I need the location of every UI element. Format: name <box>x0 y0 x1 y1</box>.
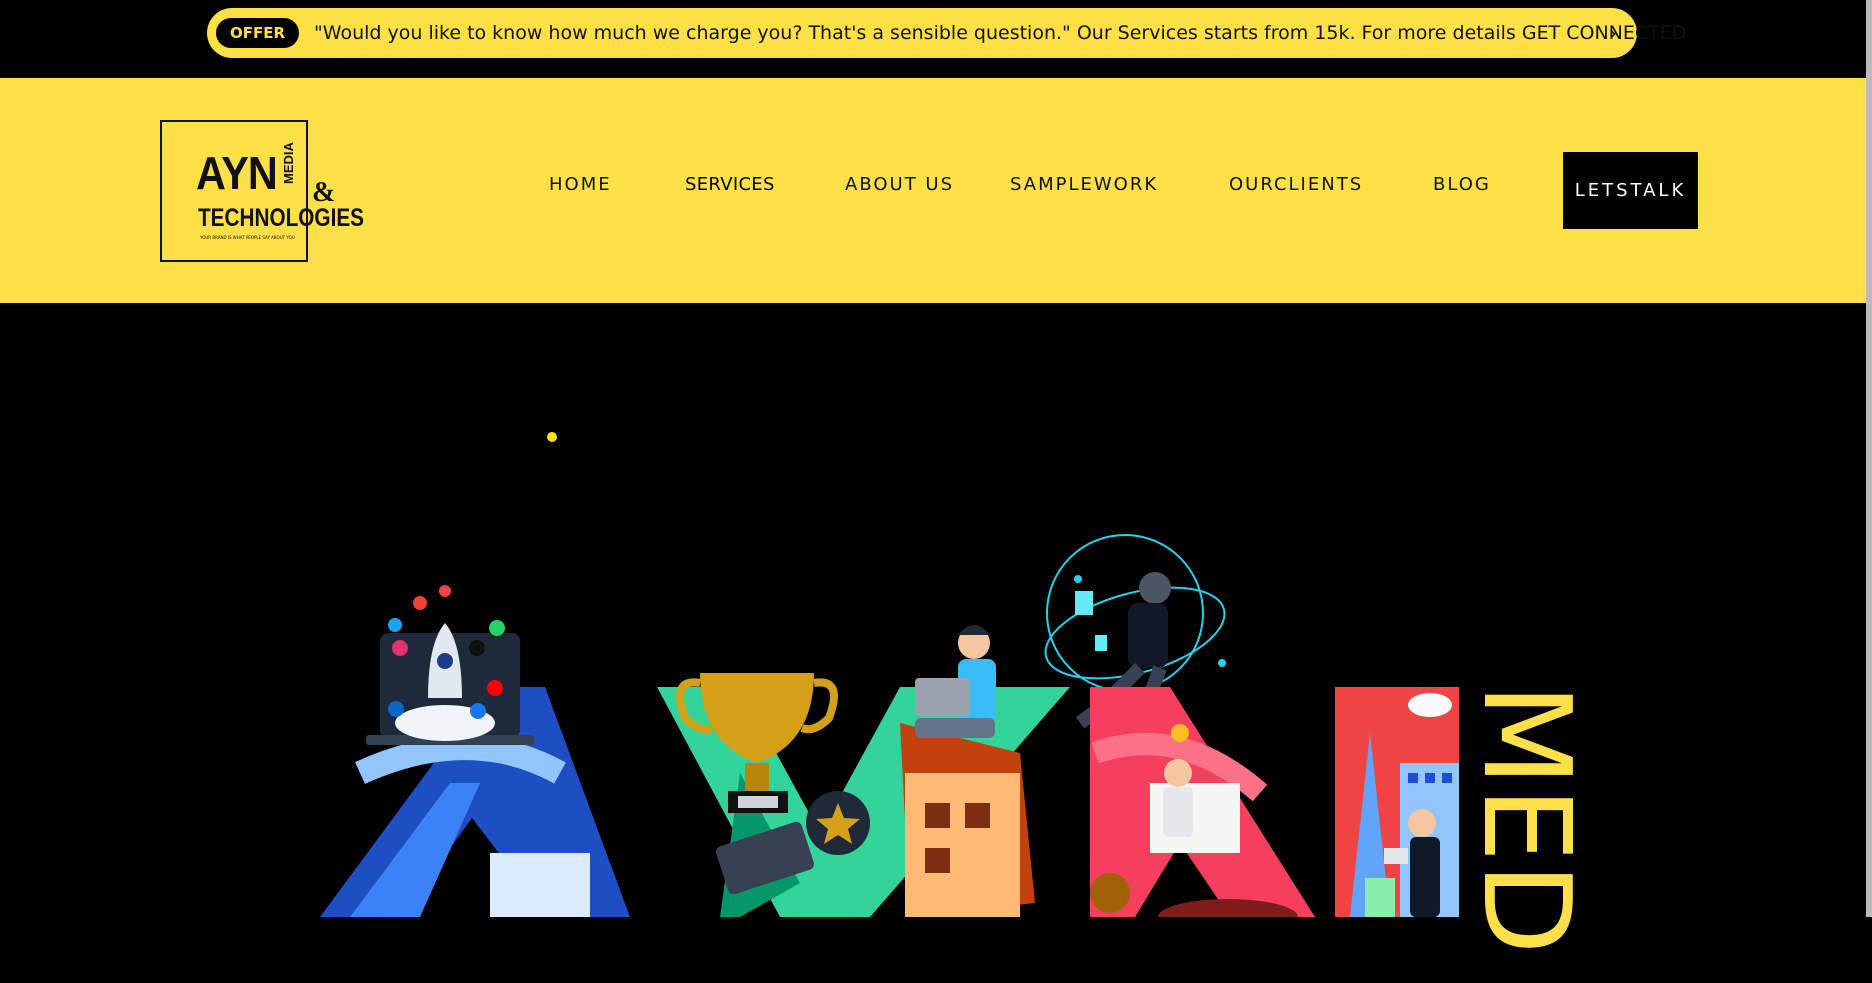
instagram-icon <box>392 640 408 656</box>
youtube-icon <box>487 680 503 696</box>
building-front <box>905 773 1020 917</box>
scrollbar[interactable] <box>1866 0 1872 917</box>
logo-tagline: YOUR BRAND IS WHAT PEOPLE SAY ABOUT YOU <box>200 235 295 240</box>
offer-text: "Would you like to know how much we char… <box>314 22 1687 44</box>
offer-banner[interactable]: OFFER "Would you like to know how much w… <box>207 8 1686 58</box>
cursor-dot <box>547 432 557 442</box>
hero-section: MED <box>0 303 1866 955</box>
hero-media-text: MED <box>1456 683 1595 955</box>
nav-about-us[interactable]: ABOUT US <box>845 174 954 195</box>
site-header: AYN MEDIA & TECHNOLOGIES YOUR BRAND IS W… <box>0 78 1872 303</box>
linkedin-icon <box>388 701 404 717</box>
vr-ring-outer <box>1046 534 1204 692</box>
seated-person-head <box>1164 759 1192 787</box>
nav-home[interactable]: HOME <box>549 174 612 195</box>
bulb-icon <box>1171 724 1189 742</box>
nav-samplework[interactable]: SAMPLEWORK <box>1010 174 1158 195</box>
offer-bar: OFFER "Would you like to know how much w… <box>0 0 1872 78</box>
vr-headset-icon <box>1139 572 1171 604</box>
chevron-right-icon[interactable]: › <box>1609 21 1617 45</box>
nav-blog[interactable]: BLOG <box>1433 174 1491 195</box>
tablet-icon <box>1075 591 1093 615</box>
dog-icon <box>1090 873 1130 913</box>
letstalk-button[interactable]: LETSTALK <box>1563 152 1698 229</box>
offer-badge: OFFER <box>216 18 300 48</box>
megaphone-icon <box>1384 848 1408 864</box>
twitter-icon <box>388 618 402 632</box>
facebook-icon <box>470 703 486 719</box>
logo-technologies-text: TECHNOLOGIES <box>198 204 365 232</box>
nav-ourclients[interactable]: OURCLIENTS <box>1229 174 1363 195</box>
nav-services[interactable]: SERVICES <box>685 174 775 195</box>
dove-icon <box>1408 693 1452 717</box>
google-icon <box>413 596 427 610</box>
laptop-grey-icon <box>915 678 970 716</box>
megaphone-person-head <box>1408 809 1436 837</box>
whatsapp-icon <box>489 620 505 636</box>
scrollbar-thumb[interactable] <box>1866 0 1872 917</box>
building-icon <box>490 853 590 917</box>
tiktok-icon <box>469 640 485 656</box>
vr-person-body <box>1128 603 1168 668</box>
